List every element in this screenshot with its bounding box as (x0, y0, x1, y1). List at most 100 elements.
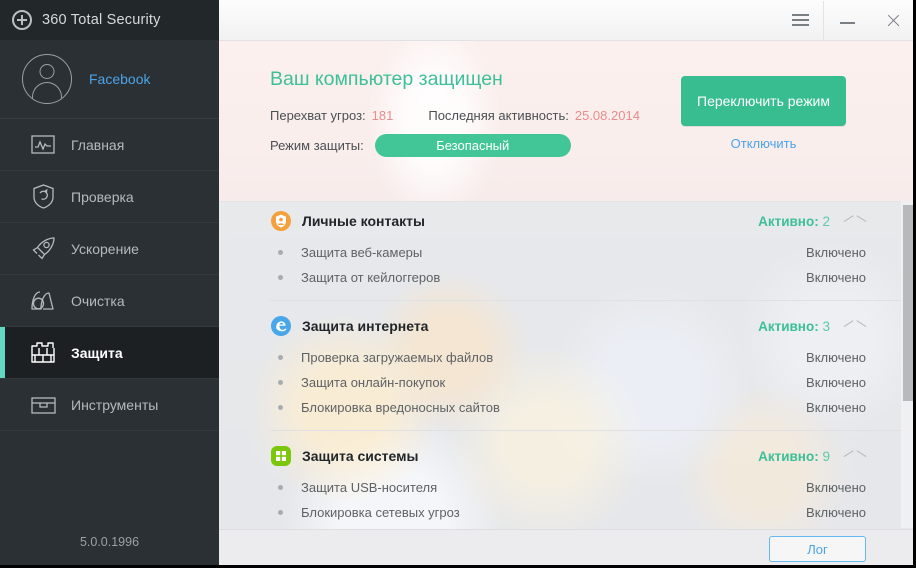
group-items: Защита веб-камеры Включено Защита от кей… (270, 240, 916, 296)
application-window: 360 Total Security Facebook Главная Пров… (0, 0, 916, 568)
version-label: 5.0.0.1996 (79, 535, 140, 549)
threats-value: 181 (371, 108, 394, 123)
sidebar-nav: Главная Проверка Ускорение Очистка Защит… (0, 119, 219, 516)
sidebar-item-label: Инструменты (71, 396, 159, 413)
list-item[interactable]: Блокировка вредоносных сайтов Включено (270, 395, 916, 420)
internet-explorer-icon (270, 315, 292, 337)
switch-mode-button[interactable]: Переключить режим (681, 76, 846, 126)
item-status: Включено (806, 505, 866, 520)
group-items: Защита USB-носителя Включено Блокировка … (270, 475, 916, 529)
group-title: Защита интернета (302, 318, 429, 334)
shield-scan-icon (30, 184, 56, 210)
sidebar-item-scan[interactable]: Проверка (0, 171, 219, 223)
list-item[interactable]: Защита веб-камеры Включено (270, 240, 916, 265)
sidebar-item-label: Проверка (71, 188, 134, 205)
header-actions: Переключить режим Отключить (681, 76, 846, 151)
account-name[interactable]: Facebook (89, 71, 150, 87)
item-label: Блокировка сетевых угроз (301, 505, 460, 520)
item-status: Включено (806, 480, 866, 495)
bullet-icon (278, 510, 283, 515)
account-section[interactable]: Facebook (0, 40, 219, 119)
divider (270, 430, 916, 431)
group-header-right: Активно: 9 (758, 437, 866, 475)
bullet-icon (278, 405, 283, 410)
footer-bar: Лог (219, 529, 916, 568)
app-title-bar: 360 Total Security (0, 0, 219, 40)
group-items: Проверка загружаемых файлов Включено Защ… (270, 345, 916, 426)
group-header[interactable]: Защита системы Активно: 9 (270, 437, 916, 475)
group-title: Личные контакты (302, 213, 425, 229)
bullet-icon (278, 485, 283, 490)
divider (270, 300, 916, 301)
item-status: Включено (806, 375, 866, 390)
item-label: Блокировка вредоносных сайтов (301, 400, 500, 415)
disable-link[interactable]: Отключить (731, 136, 797, 151)
item-status: Включено (806, 245, 866, 260)
item-status: Включено (806, 270, 866, 285)
sidebar-item-cleanup[interactable]: Очистка (0, 275, 219, 327)
scrollbar-thumb[interactable] (903, 205, 914, 401)
sidebar-item-tools[interactable]: Инструменты (0, 379, 219, 431)
bullet-icon (278, 250, 283, 255)
group-active-count: Активно: 9 (758, 448, 830, 464)
bullet-icon (278, 355, 283, 360)
sidebar-item-label: Защита (71, 344, 123, 361)
windows-system-icon (270, 445, 292, 467)
sidebar-item-protection[interactable]: Защита (0, 327, 219, 379)
hamburger-menu-icon[interactable] (777, 1, 823, 40)
sidebar-item-label: Очистка (71, 292, 125, 309)
main-panel: Ваш компьютер защищен Перехват угроз: 18… (219, 0, 916, 568)
sidebar-item-label: Ускорение (71, 240, 139, 257)
sidebar-item-label: Главная (71, 136, 125, 153)
sidebar: 360 Total Security Facebook Главная Пров… (0, 0, 219, 568)
circle-plus-icon (12, 10, 32, 30)
mode-label: Режим защиты: (270, 138, 364, 153)
list-item[interactable]: Блокировка сетевых угроз Включено (270, 500, 916, 525)
sidebar-item-home[interactable]: Главная (0, 119, 219, 171)
group-header[interactable]: Защита интернета Активно: 3 (270, 307, 916, 345)
status-header: Ваш компьютер защищен Перехват угроз: 18… (219, 41, 916, 202)
vacuum-icon (30, 288, 56, 314)
orange-shield-person-icon (270, 210, 292, 232)
protection-group: Защита интернета Активно: 3 Проверка заг… (219, 307, 916, 431)
close-icon[interactable] (870, 1, 916, 40)
activity-value: 25.08.2014 (574, 108, 640, 123)
app-title: 360 Total Security (42, 12, 161, 28)
chevron-up-icon[interactable] (844, 315, 866, 337)
chevron-up-icon[interactable] (844, 445, 866, 467)
activity-label: Последняя активность: (428, 108, 569, 123)
group-active-count: Активно: 2 (758, 213, 830, 229)
toolbox-icon (30, 392, 56, 418)
group-header[interactable]: Личные контакты Активно: 2 (270, 202, 916, 240)
list-item[interactable]: Защита от кейлоггеров Включено (270, 265, 916, 290)
firewall-icon (30, 340, 56, 366)
item-label: Защита USB-носителя (301, 480, 438, 495)
list-item[interactable]: Защита онлайн-покупок Включено (270, 370, 916, 395)
bullet-icon (278, 380, 283, 385)
item-label: Защита веб-камеры (301, 245, 423, 260)
item-label: Проверка загружаемых файлов (301, 350, 494, 365)
group-active-count: Активно: 3 (758, 318, 830, 334)
log-button[interactable]: Лог (769, 536, 866, 562)
threats-label: Перехват угроз: (270, 108, 366, 123)
vertical-scrollbar[interactable] (901, 201, 916, 528)
minimize-icon[interactable] (824, 1, 870, 40)
item-status: Включено (806, 400, 866, 415)
group-title: Защита системы (302, 448, 419, 464)
sidebar-item-speedup[interactable]: Ускорение (0, 223, 219, 275)
protection-group: Личные контакты Активно: 2 Защита веб-ка… (219, 202, 916, 301)
list-item[interactable]: Проверка загружаемых файлов Включено (270, 345, 916, 370)
group-header-right: Активно: 3 (758, 307, 866, 345)
bullet-icon (278, 275, 283, 280)
protection-groups: Личные контакты Активно: 2 Защита веб-ка… (219, 202, 916, 529)
status-badge: Безопасный (374, 134, 571, 157)
home-chart-icon (30, 132, 56, 158)
chevron-up-icon[interactable] (844, 210, 866, 232)
list-item[interactable]: Защита USB-носителя Включено (270, 475, 916, 500)
item-label: Защита от кейлоггеров (301, 270, 441, 285)
rocket-icon (30, 236, 56, 262)
window-controls-bar (219, 0, 916, 41)
group-header-right: Активно: 2 (758, 202, 866, 240)
protection-group: Защита системы Активно: 9 Защита USB-нос… (219, 437, 916, 529)
